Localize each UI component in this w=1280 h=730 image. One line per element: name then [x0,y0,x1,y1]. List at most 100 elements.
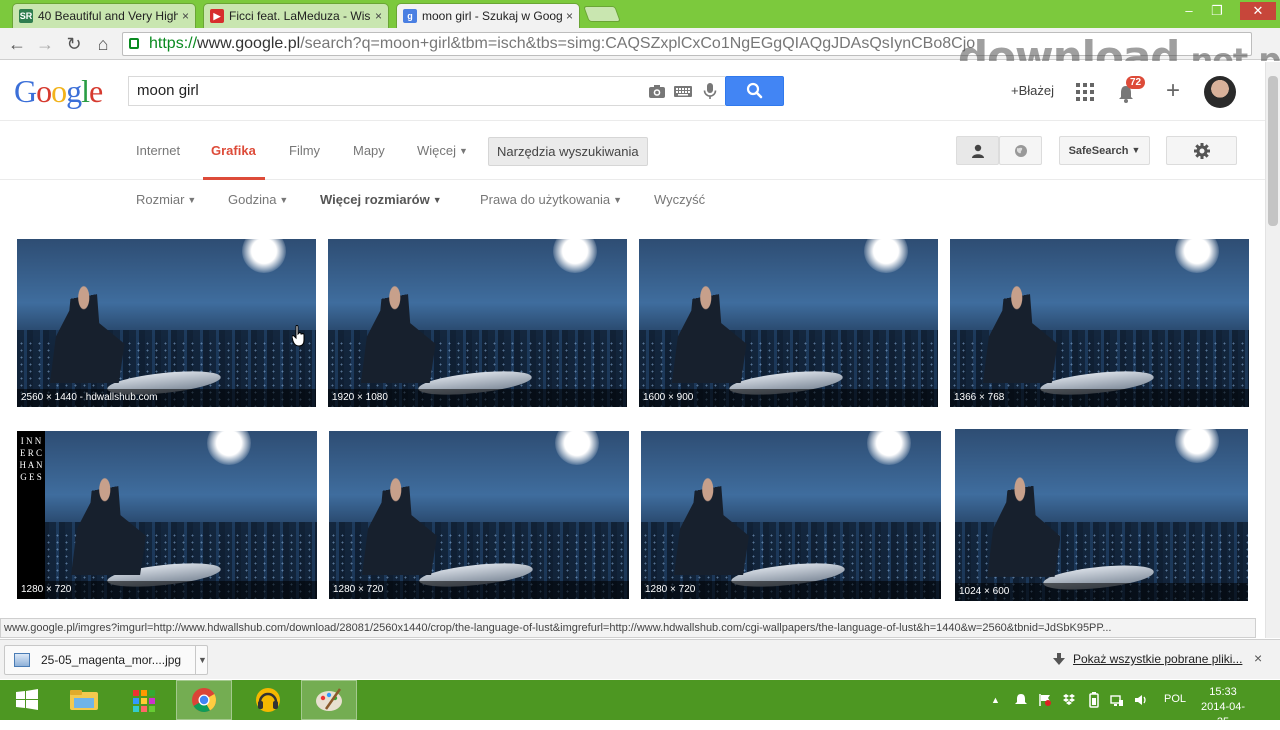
logo-letter: e [89,73,103,109]
google-logo[interactable]: Google [14,73,103,110]
global-results-button[interactable] [999,136,1042,165]
search-tools-filters: Rozmiar ▼ Godzina ▼ Więcej rozmiarów ▼ Praw… [0,181,1280,217]
close-tab-icon[interactable]: × [182,9,189,23]
notification-tray-icon[interactable] [1014,693,1028,707]
logo-letter: o [36,73,52,109]
taskbar-chrome[interactable] [176,680,232,720]
image-size-caption: 1024 × 600 [955,583,1248,601]
notifications-button[interactable]: 72 [1116,76,1146,105]
tab-maps[interactable]: Mapy [353,143,385,158]
globe-icon [1014,145,1027,157]
browser-tab-active[interactable]: g moon girl - Szukaj w Goog × [396,3,580,28]
dropbox-icon[interactable] [1062,693,1076,707]
url-host: www.google.pl [197,35,301,52]
gear-icon [1193,143,1210,159]
tab-images[interactable]: Grafika [211,143,256,158]
image-result[interactable]: 1366 × 768 [950,239,1249,407]
filter-more-sizes[interactable]: Więcej rozmiarów ▼ [320,192,442,207]
clock-date: 2014-04-25 [1200,701,1246,728]
battery-icon[interactable] [1087,692,1101,708]
filter-size[interactable]: Rozmiar ▼ [136,192,196,207]
close-downloads-icon[interactable]: × [1254,650,1262,666]
chevron-down-icon: ▼ [1131,145,1141,155]
image-result[interactable]: 1280 × 720 [641,431,941,599]
clock-time: 15:33 [1209,686,1237,698]
download-arrow-icon [1053,653,1065,665]
personal-results-button[interactable] [956,136,999,165]
tab-internet[interactable]: Internet [136,143,180,158]
start-button[interactable] [0,680,56,720]
share-plus-icon[interactable]: + [1166,77,1180,105]
show-hidden-icons[interactable]: ▲ [991,695,1000,705]
settings-button[interactable] [1166,136,1237,165]
logo-letter: G [14,73,37,109]
new-tab-button[interactable] [583,6,621,22]
user-name-link[interactable]: +Błażej [1011,83,1054,98]
chevron-down-icon: ▼ [187,195,197,205]
status-bar-url: www.google.pl/imgres?imgurl=http://www.h… [0,618,1256,638]
windows-taskbar: ▲ POL 15:33 2014-04-25 [0,680,1280,728]
action-center-flag-icon[interactable] [1038,693,1052,707]
keyboard-icon[interactable] [674,82,692,100]
downloads-shelf: 25-05_magenta_mor....jpg ▼ Pokaż wszystk… [0,639,1280,679]
image-size-caption: 1280 × 720 [17,581,317,599]
chevron-down-icon: ▼ [432,195,442,205]
taskbar-apps-store[interactable] [116,680,172,720]
taskbar-file-explorer[interactable] [56,680,112,720]
image-size-caption: 1920 × 1080 [328,389,627,407]
paint-palette-icon [316,688,342,711]
safesearch-dropdown[interactable]: SafeSearch ▼ [1059,136,1150,165]
taskbar-paint[interactable] [301,680,357,720]
image-result[interactable]: 1280 × 720 [329,431,629,599]
volume-icon[interactable] [1134,693,1148,707]
folder-icon [70,690,98,710]
home-icon[interactable]: ⌂ [91,32,115,56]
network-icon[interactable] [1110,693,1124,707]
scrollbar-thumb[interactable] [1268,76,1278,226]
chevron-down-icon: ▼ [459,146,468,156]
notification-count-badge: 72 [1126,76,1146,89]
taskbar-audio-player[interactable] [240,680,296,720]
image-result[interactable]: 1920 × 1080 [328,239,627,407]
show-all-downloads-link[interactable]: Pokaż wszystkie pobrane pliki... [1073,652,1242,666]
browser-tab-strip: SR 40 Beautiful and Very High × ▶ Ficci … [0,0,1280,28]
close-tab-icon[interactable]: × [375,9,382,23]
forward-arrow-icon[interactable]: → [33,32,57,56]
clear-filters-link[interactable]: Wyczyść [654,192,705,207]
headphones-icon [256,688,280,712]
minimize-window-icon[interactable]: – [1176,2,1202,20]
restore-window-icon[interactable]: ❐ [1204,2,1230,20]
apps-grid-icon[interactable] [1076,83,1094,101]
hand-cursor-icon [292,325,305,347]
browser-tab-label: 40 Beautiful and Very High [38,9,178,23]
back-arrow-icon[interactable]: ← [5,32,29,56]
image-result[interactable]: 2560 × 1440 - hdwallshub.com [17,239,316,407]
microphone-icon[interactable] [701,82,719,100]
image-result[interactable]: I N N E R C H A N G E S 1280 × 720 [17,431,317,599]
page-scrollbar[interactable] [1265,62,1280,638]
browser-tab[interactable]: SR 40 Beautiful and Very High × [12,3,196,28]
avatar[interactable] [1204,76,1236,108]
download-item[interactable]: 25-05_magenta_mor....jpg ▼ [4,645,208,675]
image-result[interactable]: 1024 × 600 [955,429,1248,601]
image-result[interactable]: 1600 × 900 [639,239,938,407]
chevron-down-icon[interactable]: ▼ [195,646,209,674]
filter-time[interactable]: Godzina ▼ [228,192,288,207]
close-tab-icon[interactable]: × [566,9,573,23]
search-tools-button[interactable]: Narzędzia wyszukiwania [488,137,648,166]
input-language-indicator[interactable]: POL [1164,693,1186,705]
image-file-icon [14,653,30,667]
search-input[interactable]: moon girl [128,76,725,106]
system-clock[interactable]: 15:33 2014-04-25 [1198,685,1248,730]
close-window-icon[interactable]: ✕ [1240,2,1276,20]
filter-usage-rights[interactable]: Prawa do użytkowania ▼ [480,192,622,207]
browser-tab[interactable]: ▶ Ficci feat. LaMeduza - Wis × [203,3,389,28]
camera-icon[interactable] [648,82,666,100]
reload-icon[interactable]: ↻ [62,32,86,56]
url-scheme: https:// [149,35,198,52]
search-icon [746,82,763,99]
logo-letter: l [81,73,90,109]
tab-videos[interactable]: Filmy [289,143,320,158]
tab-more[interactable]: Więcej ▼ [417,143,468,158]
search-button[interactable] [725,76,784,106]
